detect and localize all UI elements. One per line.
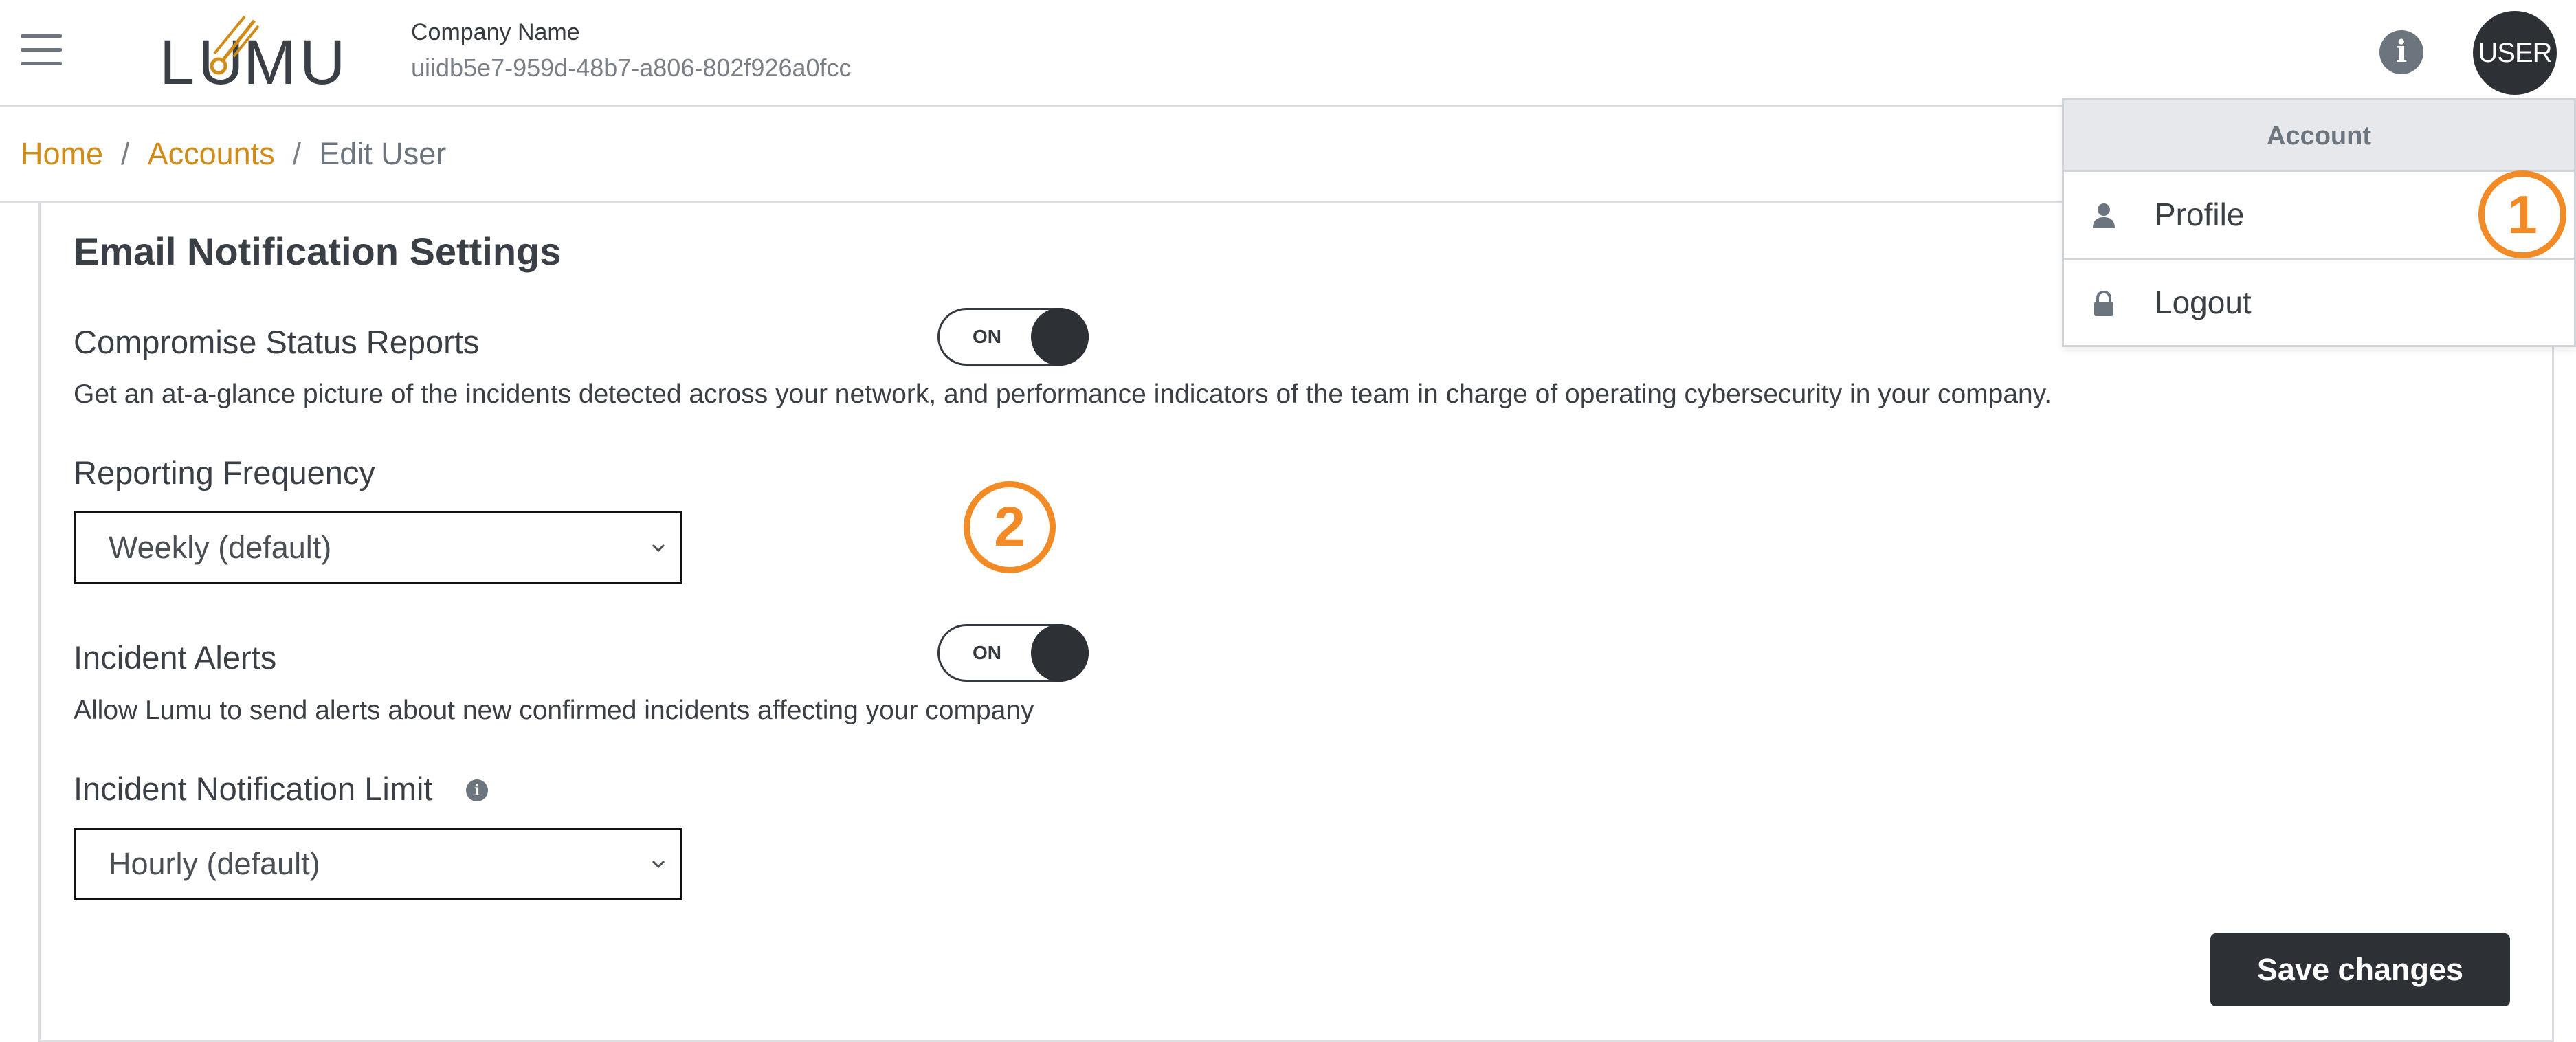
lock-icon xyxy=(2094,290,2113,316)
incident-alerts-label: Incident Alerts xyxy=(74,639,277,676)
notification-limit-value: Hourly (default) xyxy=(109,846,320,881)
annotation-marker-2: 2 xyxy=(964,481,1056,573)
reporting-frequency-select[interactable]: Weekly (default) xyxy=(74,511,682,584)
account-menu-header: Account xyxy=(2064,100,2574,172)
compromise-status-description: Get an at-a-glance picture of the incide… xyxy=(74,379,2052,409)
chevron-down-icon xyxy=(652,544,665,553)
user-avatar-button[interactable]: USER xyxy=(2473,11,2557,95)
breadcrumb-separator: / xyxy=(292,136,302,171)
chevron-down-icon xyxy=(652,860,665,869)
compromise-status-toggle[interactable]: ON xyxy=(937,308,1089,366)
breadcrumb-current: Edit User xyxy=(319,136,447,171)
top-navbar xyxy=(0,0,2576,107)
reporting-frequency-label: Reporting Frequency xyxy=(74,454,375,491)
hamburger-menu-icon[interactable] xyxy=(21,34,62,66)
section-title: Email Notification Settings xyxy=(74,230,562,273)
breadcrumb: Home / Accounts / Edit User xyxy=(21,136,446,172)
svg-text:U: U xyxy=(300,27,345,91)
save-changes-button[interactable]: Save changes xyxy=(2210,933,2510,1006)
incident-alerts-description: Allow Lumu to send alerts about new conf… xyxy=(74,696,1034,725)
annotation-marker-1: 1 xyxy=(2478,170,2566,258)
user-icon xyxy=(2093,203,2115,228)
logout-label: Logout xyxy=(2155,285,2252,320)
toggle-state-label: ON xyxy=(973,326,1001,347)
profile-label: Profile xyxy=(2155,197,2245,232)
company-name: Company Name xyxy=(411,19,580,45)
reporting-frequency-value: Weekly (default) xyxy=(109,530,332,565)
notification-limit-select[interactable]: Hourly (default) xyxy=(74,828,682,900)
logout-menu-item[interactable]: Logout xyxy=(2064,260,2574,346)
info-icon[interactable]: i xyxy=(2379,30,2423,74)
breadcrumb-accounts-link[interactable]: Accounts xyxy=(148,136,275,172)
toggle-knob xyxy=(1031,308,1089,366)
lumu-logo[interactable]: L U M U xyxy=(157,14,349,98)
company-id: uiidb5e7-959d-48b7-a806-802f926a0fcc xyxy=(411,54,852,82)
compromise-status-label: Compromise Status Reports xyxy=(74,324,480,360)
toggle-knob xyxy=(1031,624,1089,682)
breadcrumb-separator: / xyxy=(121,136,130,171)
incident-alerts-toggle[interactable]: ON xyxy=(937,624,1089,682)
breadcrumb-home-link[interactable]: Home xyxy=(21,136,103,172)
toggle-state-label: ON xyxy=(973,642,1001,663)
info-icon[interactable]: i xyxy=(466,779,488,801)
notification-limit-label: Incident Notification Limit xyxy=(74,771,433,807)
svg-text:L: L xyxy=(159,27,193,91)
